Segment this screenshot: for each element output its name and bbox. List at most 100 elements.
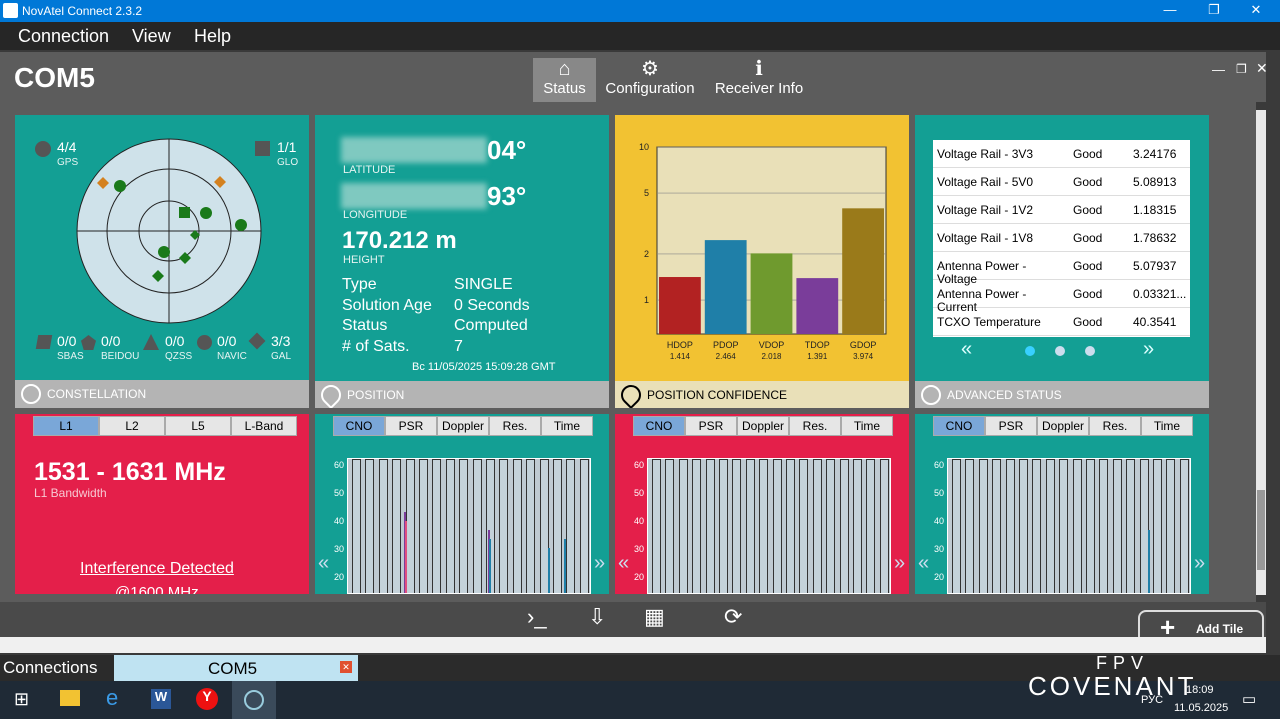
add-tile-button[interactable]: + Add Tile	[1138, 610, 1264, 642]
category-label: GDOP	[850, 340, 877, 350]
tile-area: 4/4 GPS 1/1 GLO 0/0 SBAS 0/0 BEIDOU 0/0 …	[0, 102, 1256, 602]
position-tile[interactable]: 04° LATITUDE 93° LONGITUDE 170.212 m HEI…	[315, 115, 609, 408]
yandex-icon[interactable]: Y	[196, 688, 218, 710]
tab-psr[interactable]: PSR	[985, 416, 1037, 436]
page-dot[interactable]	[1055, 346, 1065, 356]
windows-start-icon[interactable]: ⊞	[14, 689, 29, 710]
tab-status[interactable]: ⌂ Status	[533, 58, 596, 102]
sbas-count: 0/0	[57, 333, 77, 349]
page-dot[interactable]	[1085, 346, 1095, 356]
tab-doppler[interactable]: Doppler	[437, 416, 489, 436]
tab-l2[interactable]: L2	[99, 416, 165, 436]
tab-cno[interactable]: CNO	[933, 416, 985, 436]
clock-time[interactable]: 18:09	[1186, 684, 1214, 696]
channel-column	[526, 459, 536, 593]
interference-tile[interactable]: L1 L2 L5 L-Band 1531 - 1631 MHz L1 Bandw…	[15, 414, 309, 594]
constellation-tile[interactable]: 4/4 GPS 1/1 GLO 0/0 SBAS 0/0 BEIDOU 0/0 …	[15, 115, 309, 408]
tab-cno[interactable]: CNO	[633, 416, 685, 436]
tab-cno[interactable]: CNO	[333, 416, 385, 436]
advanced-status-footer-label: ADVANCED STATUS	[947, 388, 1062, 402]
download-icon[interactable]: ⇩	[588, 604, 606, 630]
file-explorer-icon[interactable]	[60, 690, 80, 706]
next-arrow-icon[interactable]: »	[594, 552, 605, 575]
tab-time[interactable]: Time	[1141, 416, 1193, 436]
channel-column	[1045, 459, 1055, 593]
calendar-icon[interactable]: ▦	[644, 604, 665, 630]
tab-l5[interactable]: L5	[165, 416, 231, 436]
tab-receiver-info-label: Receiver Info	[714, 80, 804, 97]
console-icon[interactable]: ›_	[527, 604, 547, 630]
position-footer: POSITION	[315, 380, 609, 408]
vertical-scrollbar[interactable]	[1256, 110, 1266, 595]
channel-column	[378, 459, 388, 593]
notifications-icon[interactable]: ▭	[1242, 690, 1256, 708]
panel-minimize-icon[interactable]: —	[1212, 62, 1225, 77]
channel-column	[1032, 459, 1042, 593]
status-row: Voltage Rail - 1V8 Good 1.78632	[933, 224, 1190, 252]
prev-arrow-icon[interactable]: «	[318, 552, 329, 575]
tab-psr[interactable]: PSR	[385, 416, 437, 436]
latitude-value: 04°	[487, 135, 527, 165]
tab-l1[interactable]: L1	[33, 416, 99, 436]
firmware-icon[interactable]: ⟳	[724, 604, 742, 630]
word-icon[interactable]: W	[151, 689, 171, 709]
edge-icon[interactable]: e	[106, 685, 118, 711]
signal-bar	[564, 539, 566, 593]
signal-tile[interactable]: CNO PSR Doppler Res. Time 60 50 40 30 20…	[315, 414, 609, 594]
tab-receiver-info[interactable]: ℹ Receiver Info	[710, 58, 808, 102]
status-name: Voltage Rail - 3V3	[937, 147, 1034, 161]
height-label: HEIGHT	[343, 254, 385, 266]
close-icon[interactable]: ✕	[1248, 2, 1264, 18]
satellite-icon	[21, 384, 41, 404]
tab-doppler[interactable]: Doppler	[737, 416, 789, 436]
close-tab-icon[interactable]: ✕	[340, 661, 352, 673]
maximize-icon[interactable]: ❐	[1206, 2, 1222, 18]
signal-tile[interactable]: CNO PSR Doppler Res. Time 60 50 40 30 20…	[615, 414, 909, 594]
next-page-icon[interactable]: »	[1143, 338, 1154, 361]
panel-close-icon[interactable]: ✕	[1256, 60, 1268, 77]
tab-psr[interactable]: PSR	[685, 416, 737, 436]
status-name: Voltage Rail - 1V2	[937, 203, 1034, 217]
prev-arrow-icon[interactable]: «	[618, 552, 629, 575]
prev-page-icon[interactable]: «	[961, 338, 972, 361]
channel-column	[853, 459, 862, 593]
next-arrow-icon[interactable]: »	[894, 552, 905, 575]
position-confidence-tile[interactable]: 10 5 2 1 HDOP 1.414 PDOP 2.464 VDOP 2.018 TDOP 1.39…	[615, 115, 909, 408]
novatel-taskbar-icon[interactable]	[232, 681, 276, 719]
satellite-glo	[179, 207, 190, 218]
channel-column	[1072, 459, 1082, 593]
next-arrow-icon[interactable]: »	[1194, 552, 1205, 575]
status-value: 1.18315	[1133, 203, 1177, 217]
tab-l-band[interactable]: L-Band	[231, 416, 297, 436]
prev-arrow-icon[interactable]: «	[918, 552, 929, 575]
clock-date[interactable]: 11.05.2025	[1174, 702, 1228, 714]
status-value: 3.24176	[1133, 147, 1177, 161]
interference-detected-link[interactable]: Interference Detected	[80, 560, 234, 578]
minimize-icon[interactable]: —	[1162, 2, 1178, 18]
longitude-redacted	[341, 183, 487, 209]
menu-help[interactable]: Help	[194, 26, 231, 47]
panel-restore-icon[interactable]: ❐	[1236, 62, 1247, 76]
tab-time[interactable]: Time	[841, 416, 893, 436]
scroll-thumb[interactable]	[1257, 490, 1265, 570]
tab-res[interactable]: Res.	[1089, 416, 1141, 436]
tab-res[interactable]: Res.	[789, 416, 841, 436]
tab-configuration[interactable]: ⚙ Configuration	[602, 58, 698, 102]
channel-column	[692, 459, 702, 593]
menu-view[interactable]: View	[132, 26, 171, 47]
advanced-status-tile[interactable]: Voltage Rail - 3V3 Good 3.24176 Voltage Rai…	[915, 115, 1209, 408]
y-tick: 50	[934, 488, 945, 498]
signal-tile[interactable]: CNO PSR Doppler Res. Time 60 50 40 30 20…	[915, 414, 1209, 594]
tab-res[interactable]: Res.	[489, 416, 541, 436]
menu-connection[interactable]: Connection	[18, 26, 109, 47]
connection-tab-com5[interactable]: COM5 ✕	[114, 655, 358, 681]
y-tick: 50	[334, 488, 345, 498]
page-dot-active[interactable]	[1025, 346, 1035, 356]
glo-count: 1/1	[277, 139, 297, 155]
y-tick: 20	[934, 572, 945, 582]
channel-column	[1112, 459, 1122, 593]
language-indicator[interactable]: РУС	[1141, 694, 1163, 706]
horizontal-scrollbar[interactable]	[0, 637, 1266, 653]
tab-time[interactable]: Time	[541, 416, 593, 436]
tab-doppler[interactable]: Doppler	[1037, 416, 1089, 436]
